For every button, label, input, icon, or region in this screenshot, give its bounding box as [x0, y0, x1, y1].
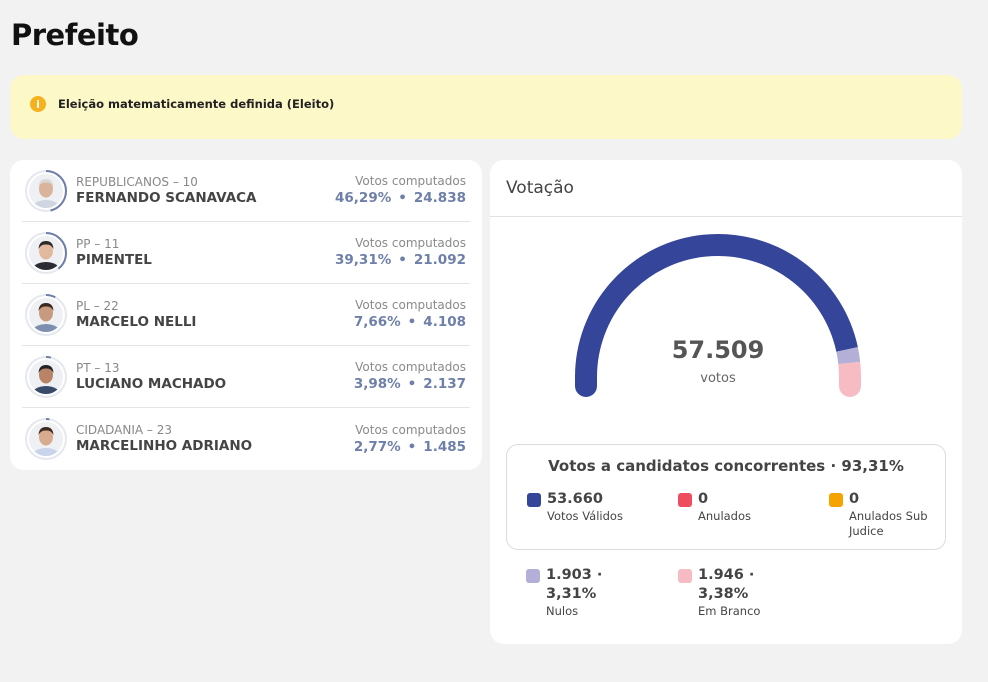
candidate-party: PT – 13: [76, 360, 120, 375]
candidate-percent: 46,29%: [335, 190, 392, 206]
candidate-avatar: [25, 355, 67, 398]
candidate-votes: 2.137: [423, 376, 466, 392]
candidate-avatar: [25, 231, 67, 274]
candidate-avatar: [25, 293, 67, 336]
info-icon: i: [30, 96, 46, 112]
candidate-row[interactable]: CIDADANIA – 23 MARCELINHO ADRIANO Votos …: [22, 408, 470, 470]
candidate-row[interactable]: PT – 13 LUCIANO MACHADO Votos computados…: [22, 346, 470, 408]
candidate-votes: 24.838: [413, 190, 466, 206]
nulos-label: Nulos: [546, 604, 579, 618]
stat-validos: 53.660 Votos Válidos: [527, 490, 623, 524]
validos-label: Votos Válidos: [547, 509, 623, 523]
anulados-sub-label: Anulados Sub Judice: [849, 509, 928, 538]
anulados-value: 0: [698, 491, 709, 507]
votacao-title: Votação: [490, 160, 962, 217]
anulados-label: Anulados: [698, 509, 752, 523]
candidate-votes: 1.485: [423, 438, 466, 455]
concorrentes-box: Votos a candidatos concorrentes · 93,31%…: [506, 444, 946, 550]
page-title: Prefeito: [11, 18, 139, 52]
candidate-row[interactable]: PP – 11 PIMENTEL Votos computados 39,31%…: [22, 222, 470, 284]
branco-value: 1.946 · 3,38%: [698, 567, 755, 602]
branco-swatch: [678, 569, 692, 583]
alert-text: Eleição matematicamente definida (Eleito…: [58, 97, 335, 111]
anulados-sub-swatch: [829, 493, 843, 507]
votes-label: Votos computados: [355, 422, 466, 437]
candidate-votes: 21.092: [413, 252, 466, 268]
vote-gauge: [575, 234, 861, 397]
validos-value: 53.660: [547, 491, 603, 507]
anulados-sub-value: 0: [849, 491, 860, 507]
candidate-party: CIDADANIA – 23: [76, 423, 173, 437]
anulados-swatch: [678, 493, 692, 507]
candidate-percent: 2,77%: [353, 438, 401, 455]
votes-label: Votos computados: [355, 298, 466, 312]
election-status-alert: i Eleição matematicamente definida (Elei…: [10, 75, 962, 139]
candidate-avatar: [25, 169, 67, 212]
gauge-total-votes: 57.509: [671, 336, 765, 364]
branco-label: Em Branco: [698, 604, 761, 618]
nulos-value: 1.903 · 3,31%: [546, 567, 603, 602]
candidates-card: REPUBLICANOS – 10 FERNANDO SCANAVACA Vot…: [10, 160, 482, 470]
stat-anulados-sub-judice: 0 Anulados Sub Judice: [829, 490, 939, 539]
candidate-party: PL – 22: [76, 298, 119, 313]
candidate-name: MARCELO NELLI: [76, 313, 197, 330]
validos-swatch: [527, 493, 541, 507]
candidate-row[interactable]: PL – 22 MARCELO NELLI Votos computados 7…: [22, 284, 470, 346]
candidate-name: FERNANDO SCANAVACA: [76, 189, 257, 206]
candidate-percent: 3,98%: [353, 376, 401, 392]
candidate-name: PIMENTEL: [76, 251, 152, 268]
candidate-name: MARCELINHO ADRIANO: [76, 438, 253, 454]
stat-branco: 1.946 · 3,38% Em Branco: [678, 566, 788, 619]
candidate-row[interactable]: REPUBLICANOS – 10 FERNANDO SCANAVACA Vot…: [22, 160, 470, 222]
stat-anulados: 0 Anulados: [678, 490, 751, 524]
candidate-percent: 39,31%: [335, 252, 392, 268]
candidate-name: LUCIANO MACHADO: [76, 375, 227, 392]
gauge-caption: votos: [700, 371, 736, 386]
votacao-card: Votação 57.509 votos Votos a candidatos …: [490, 160, 962, 644]
votes-label: Votos computados: [355, 360, 466, 374]
candidate-party: REPUBLICANOS – 10: [76, 174, 198, 189]
candidate-percent: 7,66%: [353, 314, 401, 330]
concorrentes-title: Votos a candidatos concorrentes · 93,31%: [548, 457, 904, 475]
nulos-swatch: [526, 569, 540, 583]
votes-label: Votos computados: [355, 236, 466, 250]
candidate-votes: 4.108: [423, 314, 466, 330]
stat-nulos: 1.903 · 3,31% Nulos: [526, 566, 636, 619]
candidate-avatar: [25, 418, 67, 460]
votes-label: Votos computados: [355, 174, 466, 188]
candidate-party: PP – 11: [76, 236, 120, 251]
